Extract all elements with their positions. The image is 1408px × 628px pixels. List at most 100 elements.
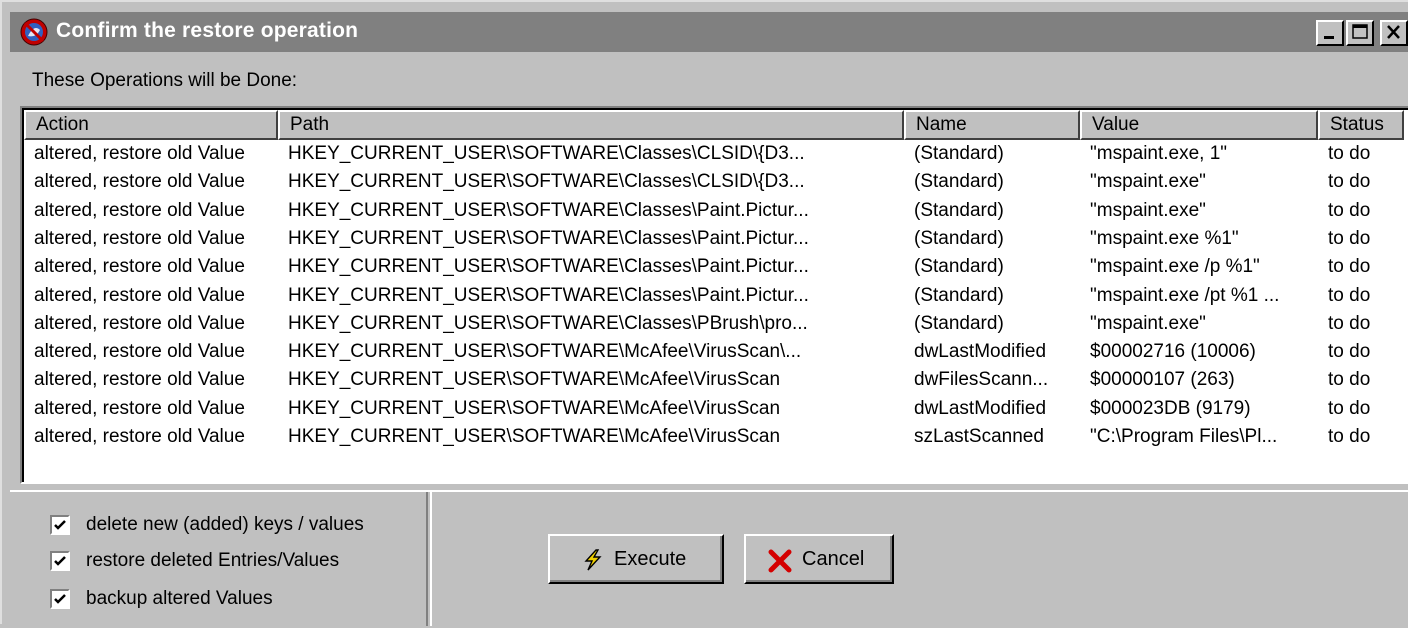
column-header-status[interactable]: Status — [1318, 110, 1404, 140]
cell-action: altered, restore old Value — [34, 284, 245, 306]
cell-name: (Standard) — [914, 227, 1004, 249]
lightning-icon — [584, 549, 602, 571]
cell-path: HKEY_CURRENT_USER\SOFTWARE\McAfee\VirusS… — [288, 397, 781, 419]
cell-path: HKEY_CURRENT_USER\SOFTWARE\Classes\PBrus… — [288, 312, 808, 334]
operations-caption: These Operations will be Done: — [32, 70, 298, 91]
table-row[interactable]: altered, restore old Value HKEY_CURRENT_U… — [24, 140, 1408, 168]
cell-status: to do — [1328, 227, 1371, 249]
option-label: restore deleted Entries/Values — [86, 550, 340, 571]
cell-value: "mspaint.exe %1" — [1090, 227, 1239, 249]
table-row[interactable]: altered, restore old Value HKEY_CURRENT_U… — [24, 366, 1408, 394]
column-header-action[interactable]: Action — [24, 110, 278, 140]
cell-value: "C:\Program Files\Pl... — [1090, 426, 1278, 447]
cell-status: to do — [1328, 256, 1371, 278]
cell-action: altered, restore old Value — [34, 312, 245, 334]
app-icon — [20, 18, 48, 46]
bottom-panel: delete new (added) keys / values restore… — [10, 490, 1408, 628]
checkbox[interactable] — [50, 551, 70, 571]
cell-action: altered, restore old Value — [34, 143, 245, 164]
cell-action: altered, restore old Value — [34, 397, 245, 419]
divider — [430, 492, 432, 626]
cell-value: $000023DB (9179) — [1090, 397, 1251, 419]
table-row[interactable]: altered, restore old Value HKEY_CURRENT_U… — [24, 225, 1408, 253]
option-label: delete new (added) keys / values — [86, 514, 364, 535]
window-title: Confirm the restore operation — [56, 19, 359, 42]
checkmark-icon — [54, 556, 66, 566]
cell-action: altered, restore old Value — [34, 369, 245, 391]
restore-dialog: Confirm the restore operation These Oper… — [0, 0, 1408, 626]
cell-path: HKEY_CURRENT_USER\SOFTWARE\Classes\CLSID… — [288, 143, 805, 164]
cell-status: to do — [1328, 199, 1371, 221]
option-label: backup altered Values — [86, 588, 273, 609]
cell-value: "mspaint.exe, 1" — [1090, 143, 1228, 164]
column-header-name[interactable]: Name — [904, 110, 1080, 140]
maximize-button[interactable] — [1346, 20, 1374, 46]
cell-status: to do — [1328, 171, 1371, 193]
title-bar[interactable]: Confirm the restore operation — [10, 12, 1408, 52]
table-row[interactable]: altered, restore old Value HKEY_CURRENT_U… — [24, 310, 1408, 338]
cell-value: "mspaint.exe /p %1" — [1090, 256, 1260, 278]
red-x-icon — [768, 549, 792, 573]
cell-path: HKEY_CURRENT_USER\SOFTWARE\McAfee\VirusS… — [288, 341, 802, 363]
cell-status: to do — [1328, 397, 1371, 419]
table-row[interactable]: altered, restore old Value HKEY_CURRENT_U… — [24, 168, 1408, 196]
cell-action: altered, restore old Value — [34, 256, 245, 278]
cell-status: to do — [1328, 369, 1371, 391]
cell-path: HKEY_CURRENT_USER\SOFTWARE\Classes\Paint… — [288, 199, 809, 221]
column-header-value[interactable]: Value — [1080, 110, 1318, 140]
cell-path: HKEY_CURRENT_USER\SOFTWARE\Classes\Paint… — [288, 284, 809, 306]
cell-action: altered, restore old Value — [34, 426, 245, 447]
minimize-icon — [1324, 36, 1334, 39]
cell-name: (Standard) — [914, 199, 1004, 221]
table-row[interactable]: altered, restore old Value HKEY_CURRENT_U… — [24, 395, 1408, 423]
execute-label: Execute — [614, 548, 687, 570]
checkbox[interactable] — [50, 515, 70, 535]
checkmark-icon — [54, 520, 66, 530]
checkmark-icon — [54, 594, 66, 604]
cell-status: to do — [1328, 312, 1371, 334]
cell-value: $00002716 (10006) — [1090, 341, 1256, 363]
list-header: Action Path Name Value Status — [24, 110, 1408, 140]
cell-action: altered, restore old Value — [34, 227, 245, 249]
maximize-icon — [1352, 24, 1368, 39]
table-row[interactable]: altered, restore old Value HKEY_CURRENT_U… — [24, 197, 1408, 225]
cell-path: HKEY_CURRENT_USER\SOFTWARE\Classes\Paint… — [288, 227, 809, 249]
cell-name: dwLastModified — [914, 341, 1047, 363]
cell-path: HKEY_CURRENT_USER\SOFTWARE\Classes\CLSID… — [288, 171, 805, 193]
table-row[interactable]: altered, restore old Value HKEY_CURRENT_U… — [24, 282, 1408, 310]
close-icon — [1387, 25, 1400, 39]
cell-path: HKEY_CURRENT_USER\SOFTWARE\Classes\Paint… — [288, 256, 809, 278]
table-row[interactable]: altered, restore old Value HKEY_CURRENT_U… — [24, 423, 1408, 451]
table-row[interactable]: altered, restore old Value HKEY_CURRENT_U… — [24, 338, 1408, 366]
cell-status: to do — [1328, 341, 1371, 363]
cell-value: "mspaint.exe" — [1090, 312, 1206, 334]
cell-status: to do — [1328, 426, 1371, 447]
close-button[interactable] — [1380, 20, 1408, 46]
options-group: delete new (added) keys / values restore… — [10, 492, 428, 626]
cell-name: (Standard) — [914, 312, 1004, 334]
cell-name: szLastScanned — [914, 426, 1044, 447]
cell-status: to do — [1328, 143, 1371, 164]
cell-name: (Standard) — [914, 171, 1004, 193]
cell-name: dwFilesScann... — [914, 369, 1049, 391]
cell-name: (Standard) — [914, 284, 1004, 306]
cancel-button[interactable]: Cancel — [744, 534, 894, 584]
cell-action: altered, restore old Value — [34, 341, 245, 363]
table-row[interactable]: altered, restore old Value HKEY_CURRENT_U… — [24, 253, 1408, 281]
operations-list[interactable]: Action Path Name Value Status altered, r… — [20, 106, 1408, 484]
execute-button[interactable]: Execute — [548, 534, 724, 584]
cell-path: HKEY_CURRENT_USER\SOFTWARE\McAfee\VirusS… — [288, 426, 781, 447]
cell-path: HKEY_CURRENT_USER\SOFTWARE\McAfee\VirusS… — [288, 369, 781, 391]
cell-status: to do — [1328, 284, 1371, 306]
cell-value: "mspaint.exe /pt %1 ... — [1090, 284, 1280, 306]
checkbox[interactable] — [50, 589, 70, 609]
cell-value: "mspaint.exe" — [1090, 171, 1206, 193]
cell-name: (Standard) — [914, 256, 1004, 278]
minimize-button[interactable] — [1316, 20, 1344, 46]
column-header-path[interactable]: Path — [278, 110, 904, 140]
cell-name: (Standard) — [914, 143, 1004, 164]
cell-value: $00000107 (263) — [1090, 369, 1235, 391]
cell-value: "mspaint.exe" — [1090, 199, 1206, 221]
cell-action: altered, restore old Value — [34, 199, 245, 221]
cancel-label: Cancel — [802, 548, 865, 570]
